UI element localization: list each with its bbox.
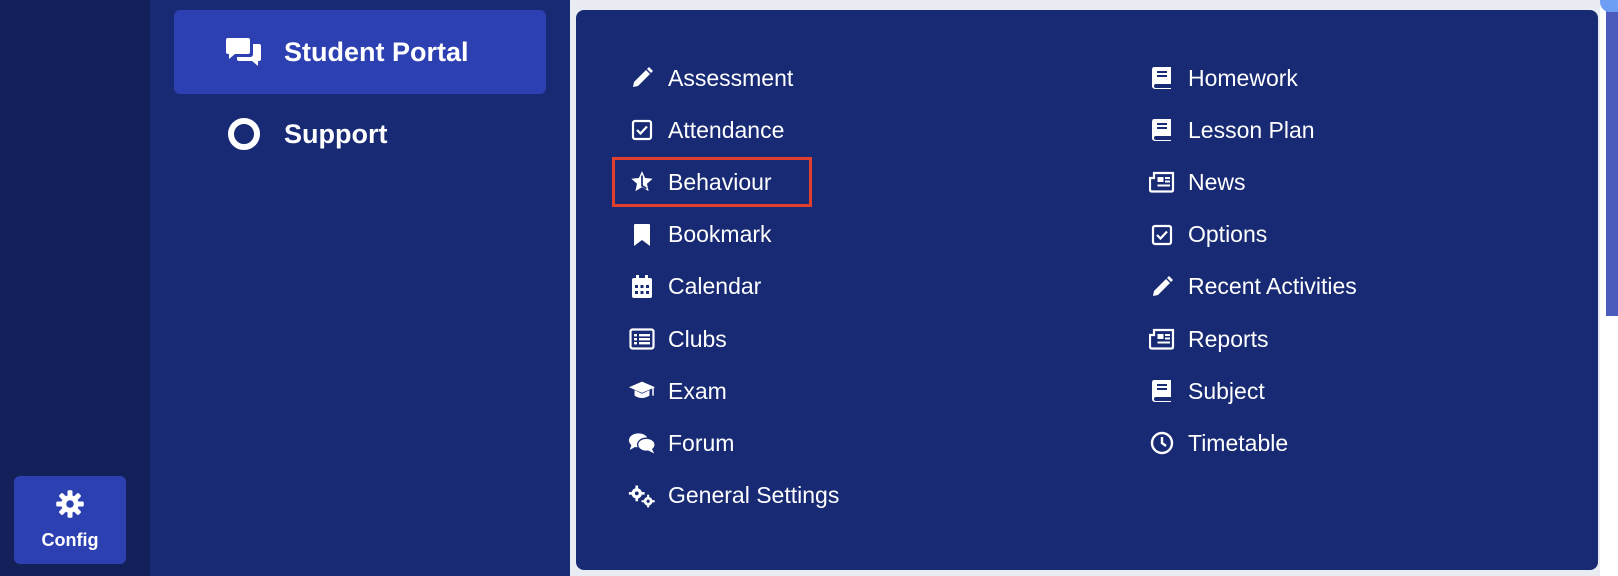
menu-item-label: Attendance [668, 116, 785, 143]
pencil-icon [628, 64, 656, 92]
book-icon [1148, 64, 1176, 92]
menu-item-label: Homework [1188, 64, 1298, 91]
background-tab [1600, 0, 1618, 12]
menu-item-homework[interactable]: Homework [1148, 52, 1357, 104]
bookmark-icon [628, 221, 656, 249]
menu-item-calendar[interactable]: Calendar [628, 261, 839, 313]
sidebar-item-label: Support [284, 118, 388, 149]
menu-item-label: Lesson Plan [1188, 116, 1315, 143]
menu-item-attendance[interactable]: Attendance [628, 104, 839, 156]
menu-item-clubs[interactable]: Clubs [628, 313, 839, 365]
menu-item-bookmark[interactable]: Bookmark [628, 209, 839, 261]
menu-item-label: General Settings [668, 482, 840, 509]
clock-icon [1148, 429, 1176, 457]
menu-item-label: Behaviour [668, 168, 772, 195]
comments-icon [628, 429, 656, 457]
calendar-icon [628, 273, 656, 301]
book-icon [1148, 116, 1176, 144]
newspaper-icon [1148, 325, 1176, 353]
config-button[interactable]: Config [14, 476, 126, 564]
menu-item-subject[interactable]: Subject [1148, 365, 1357, 417]
left-rail: Config [0, 0, 150, 576]
menu-item-lesson-plan[interactable]: Lesson Plan [1148, 104, 1357, 156]
menu-item-label: Assessment [668, 64, 794, 91]
menu-item-exam[interactable]: Exam [628, 365, 839, 417]
menu-item-label: Bookmark [668, 221, 772, 248]
menu-item-label: Options [1188, 221, 1268, 248]
background-panel [1606, 0, 1618, 316]
menu-item-general-settings[interactable]: General Settings [628, 470, 839, 522]
menu-item-label: News [1188, 168, 1246, 195]
sidebar: Student Portal Support [150, 0, 570, 576]
checkbox-icon [1148, 221, 1176, 249]
menu-item-options[interactable]: Options [1148, 209, 1357, 261]
menu-item-label: Calendar [668, 273, 762, 300]
checkbox-icon [628, 116, 656, 144]
pencil-icon [1148, 273, 1176, 301]
menu-item-timetable[interactable]: Timetable [1148, 417, 1357, 469]
circle-icon [224, 114, 264, 154]
book-icon [1148, 377, 1176, 405]
menu-item-label: Exam [668, 377, 727, 404]
menu-item-label: Forum [668, 429, 735, 456]
menu-item-news[interactable]: News [1148, 156, 1357, 208]
menu-item-label: Reports [1188, 325, 1269, 352]
menu-item-label: Timetable [1188, 429, 1289, 456]
menu-column-right: Homework Lesson Plan News Options Recent… [1148, 52, 1357, 470]
menu-item-label: Clubs [668, 325, 727, 352]
menu-item-assessment[interactable]: Assessment [628, 52, 839, 104]
gear-icon [55, 489, 85, 524]
menu-item-behaviour[interactable]: Behaviour [611, 156, 839, 208]
config-label: Config [41, 530, 99, 550]
menu-item-label: Recent Activities [1188, 273, 1357, 300]
chat-icon [224, 32, 264, 72]
menu-item-reports[interactable]: Reports [1148, 313, 1357, 365]
star-icon [628, 168, 656, 196]
newspaper-icon [1148, 168, 1176, 196]
sidebar-item-support[interactable]: Support [174, 92, 546, 176]
sidebar-item-label: Student Portal [284, 36, 469, 67]
mega-menu: Assessment Attendance Behaviour Bookmark… [576, 10, 1598, 570]
graduation-cap-icon [628, 377, 656, 405]
background-page-edge [1600, 0, 1618, 576]
sidebar-item-student-portal[interactable]: Student Portal [174, 10, 546, 94]
menu-item-recent-activities[interactable]: Recent Activities [1148, 261, 1357, 313]
menu-column-left: Assessment Attendance Behaviour Bookmark… [611, 52, 839, 522]
menu-item-label: Subject [1188, 377, 1265, 404]
menu-item-forum[interactable]: Forum [628, 417, 839, 469]
list-icon [628, 325, 656, 353]
cogs-icon [628, 482, 656, 510]
